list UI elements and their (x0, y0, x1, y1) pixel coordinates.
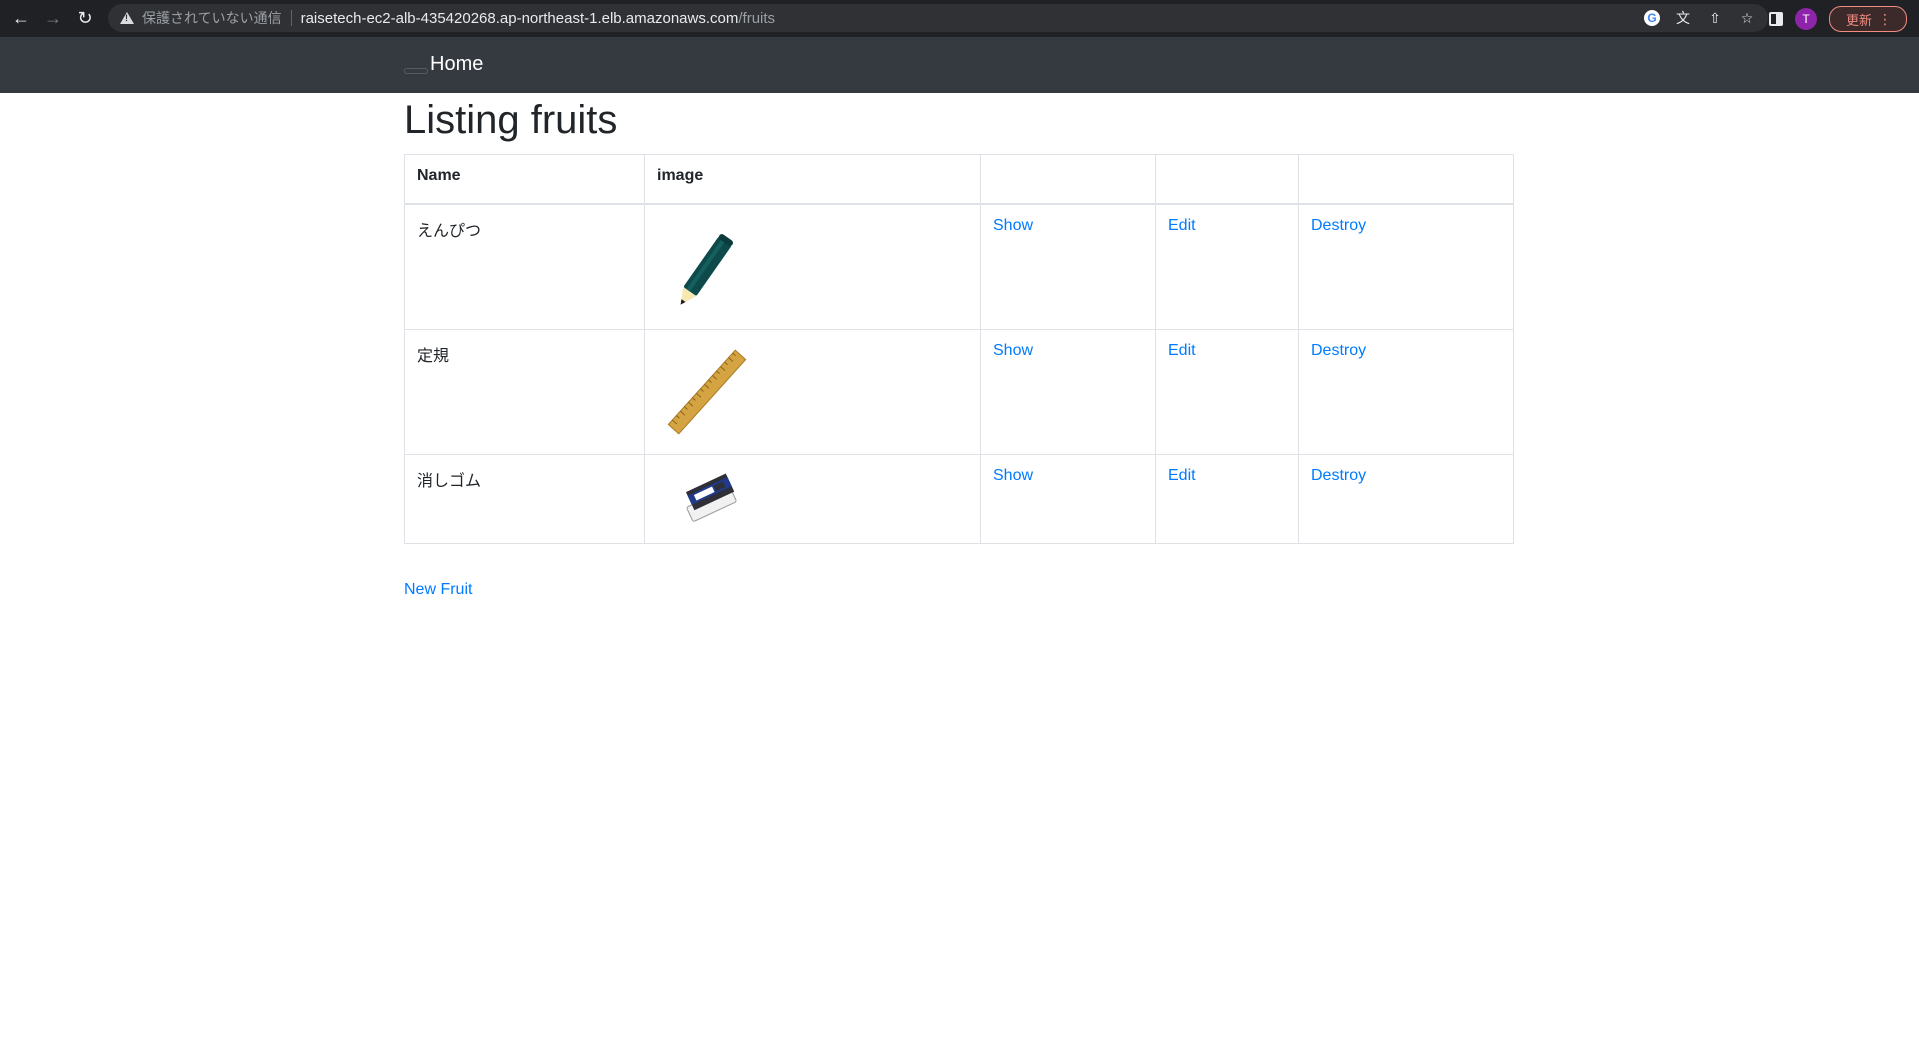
fruit-name: 定規 (404, 329, 645, 455)
show-cell: Show (980, 203, 1156, 330)
edit-cell: Edit (1155, 203, 1299, 330)
header-image: image (644, 154, 981, 205)
show-link[interactable]: Show (993, 342, 1033, 359)
destroy-link[interactable]: Destroy (1311, 342, 1366, 359)
destroy-cell: Destroy (1298, 454, 1514, 544)
url-host: raisetech-ec2-alb-435420268.ap-northeast… (300, 9, 739, 27)
ruler-image (667, 349, 747, 435)
share-icon[interactable]: ⇧ (1706, 9, 1724, 27)
navbar-brand-home[interactable]: Home (430, 53, 483, 76)
pencil-image (680, 234, 734, 305)
translate-icon[interactable]: 文 (1674, 9, 1692, 27)
edit-cell: Edit (1155, 329, 1299, 455)
header-destroy (1298, 154, 1514, 205)
security-label[interactable]: 保護されていない通信 (142, 10, 292, 26)
header-show (980, 154, 1156, 205)
warning-icon[interactable] (120, 12, 134, 24)
show-link[interactable]: Show (993, 217, 1033, 234)
show-cell: Show (980, 329, 1156, 455)
fruit-name: 消しゴム (404, 454, 645, 544)
new-fruit-link[interactable]: New Fruit (404, 581, 472, 599)
page-title: Listing fruits (404, 98, 618, 142)
navbar-toggler[interactable] (404, 68, 428, 74)
edit-link[interactable]: Edit (1168, 217, 1196, 234)
header-name: Name (404, 154, 645, 205)
show-cell: Show (980, 454, 1156, 544)
edit-link[interactable]: Edit (1168, 342, 1196, 359)
browser-toolbar: ← → ↻ 保護されていない通信 raisetech-ec2-alb-43542… (0, 0, 1919, 37)
fruit-image-cell (644, 203, 981, 330)
back-icon[interactable]: ← (10, 8, 32, 30)
profile-avatar[interactable]: T (1794, 8, 1817, 30)
fruit-image-cell (644, 329, 981, 455)
url-path: /fruits (738, 9, 776, 27)
destroy-cell: Destroy (1298, 203, 1514, 330)
show-link[interactable]: Show (993, 467, 1033, 484)
table-row: 定規 Show Edit Destroy (404, 329, 1514, 455)
google-icon[interactable]: G (1644, 10, 1660, 26)
header-edit (1155, 154, 1299, 205)
destroy-link[interactable]: Destroy (1311, 467, 1366, 484)
forward-icon[interactable]: → (42, 8, 64, 30)
update-label: 更新 (1845, 12, 1872, 28)
destroy-link[interactable]: Destroy (1311, 217, 1366, 234)
fruits-table: Name image えんぴつ Show Edit Destroy 定規 Sho… (404, 154, 1514, 544)
side-panel-icon[interactable] (1768, 12, 1783, 26)
fruit-image-cell (644, 454, 981, 544)
more-icon: ⋮ (1878, 10, 1892, 27)
eraser-image (685, 473, 737, 522)
destroy-cell: Destroy (1298, 329, 1514, 455)
edit-link[interactable]: Edit (1168, 467, 1196, 484)
table-header-row: Name image (404, 154, 1514, 205)
address-bar[interactable]: 保護されていない通信 raisetech-ec2-alb-435420268.a… (108, 4, 1768, 32)
url-text[interactable]: raisetech-ec2-alb-435420268.ap-northeast… (301, 10, 775, 27)
bookmark-star-icon[interactable]: ☆ (1738, 9, 1756, 27)
fruit-name: えんぴつ (404, 203, 645, 330)
main-content: Listing fruits Name image えんぴつ Show Edit… (404, 93, 1514, 598)
table-row: えんぴつ Show Edit Destroy (404, 203, 1514, 330)
update-button[interactable]: 更新 ⋮ (1828, 6, 1907, 32)
edit-cell: Edit (1155, 454, 1299, 544)
app-navbar: Home (0, 37, 1919, 93)
table-row: 消しゴム Show Edit Destroy (404, 454, 1514, 544)
reload-icon[interactable]: ↻ (74, 8, 96, 30)
